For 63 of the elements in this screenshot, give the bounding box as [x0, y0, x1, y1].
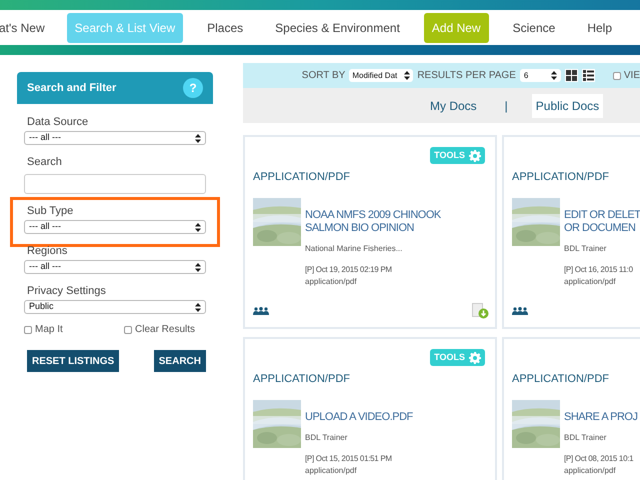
gear-icon: [469, 352, 481, 364]
search-field[interactable]: [24, 174, 206, 194]
select-arrows-icon: [195, 262, 201, 272]
nav-link[interactable]: Help: [579, 12, 620, 42]
select-arrows-icon: [404, 71, 410, 80]
docs-tab[interactable]: My Docs: [426, 94, 481, 118]
people-icon: [253, 307, 269, 315]
select-field[interactable]: --- all ---: [24, 260, 206, 274]
field-label: Data Source: [26, 115, 90, 130]
document-title[interactable]: UPLOAD A VIDEO.PDF: [305, 410, 413, 424]
author-text: BDL Trainer: [564, 242, 608, 254]
mime-text: application/pdf: [305, 276, 358, 288]
sort-label: SORT BY: [302, 69, 346, 83]
field-label: Privacy Settings: [26, 284, 107, 299]
checkbox-label: Clear Results: [135, 323, 196, 337]
select-field[interactable]: --- all ---: [24, 220, 206, 234]
document-type: APPLICATION/PDF: [253, 372, 351, 387]
select-arrows-icon: [550, 71, 557, 80]
mime-text: application/pdf: [305, 464, 358, 476]
checkbox[interactable]: [124, 326, 132, 334]
docs-tab[interactable]: Public Docs: [532, 94, 604, 118]
document-type: APPLICATION/PDF: [512, 372, 610, 387]
nav-link[interactable]: Science: [504, 12, 564, 42]
panel-title: Search and Filter: [27, 80, 116, 96]
date-text: [P] Oct 08, 2015 10:1: [564, 452, 634, 464]
select-arrows-icon: [195, 222, 201, 232]
document-title[interactable]: NOAA NMFS 2009 CHINOOK SALMON BIO OPINION: [305, 208, 441, 234]
download-icon[interactable]: [472, 303, 489, 319]
checkbox-label: Map It: [35, 323, 63, 337]
nav-link[interactable]: Species & Environment: [267, 12, 408, 42]
checkbox[interactable]: [612, 72, 621, 80]
reset-button[interactable]: RESET LISTINGS: [27, 350, 120, 372]
author-text: National Marine Fisheries...: [305, 242, 404, 254]
per-page-label: RESULTS PER PAGE: [417, 69, 516, 83]
field-label: Regions: [26, 244, 68, 259]
tab-separator: |: [504, 98, 509, 114]
checkbox[interactable]: [24, 326, 32, 334]
mime-text: application/pdf: [564, 276, 617, 288]
select-arrows-icon: [195, 302, 201, 312]
date-text: [P] Oct 15, 2015 01:51 PM: [305, 452, 393, 464]
author-text: BDL Trainer: [564, 432, 608, 444]
search-button[interactable]: SEARCH: [154, 350, 206, 372]
mime-text: application/pdf: [564, 464, 617, 476]
select-field[interactable]: Public: [24, 300, 206, 314]
nav-link[interactable]: Places: [199, 12, 252, 42]
select-arrows-icon: [195, 134, 201, 142]
sort-select[interactable]: Modified Dat: [349, 69, 414, 82]
document-title[interactable]: SHARE A PROJ: [564, 410, 638, 424]
gear-icon: [469, 150, 481, 162]
grid-view-icon[interactable]: [564, 69, 578, 82]
document-type: APPLICATION/PDF: [512, 170, 610, 185]
list-view-icon[interactable]: [582, 69, 595, 82]
field-label: Sub Type: [26, 204, 74, 219]
document-type: APPLICATION/PDF: [253, 170, 351, 185]
author-text: BDL Trainer: [305, 432, 348, 444]
select-field[interactable]: --- all ---: [24, 131, 206, 145]
date-text: [P] Oct 19, 2015 02:19 PM: [305, 264, 393, 276]
document-title[interactable]: EDIT OR DELET OR DOCUMEN: [564, 208, 640, 234]
checkbox-label: VIE: [624, 69, 640, 83]
field-label: Search: [26, 155, 63, 170]
date-text: [P] Oct 16, 2015 11:0: [564, 264, 634, 276]
people-icon: [512, 307, 528, 315]
per-page-select[interactable]: 6: [520, 69, 561, 82]
